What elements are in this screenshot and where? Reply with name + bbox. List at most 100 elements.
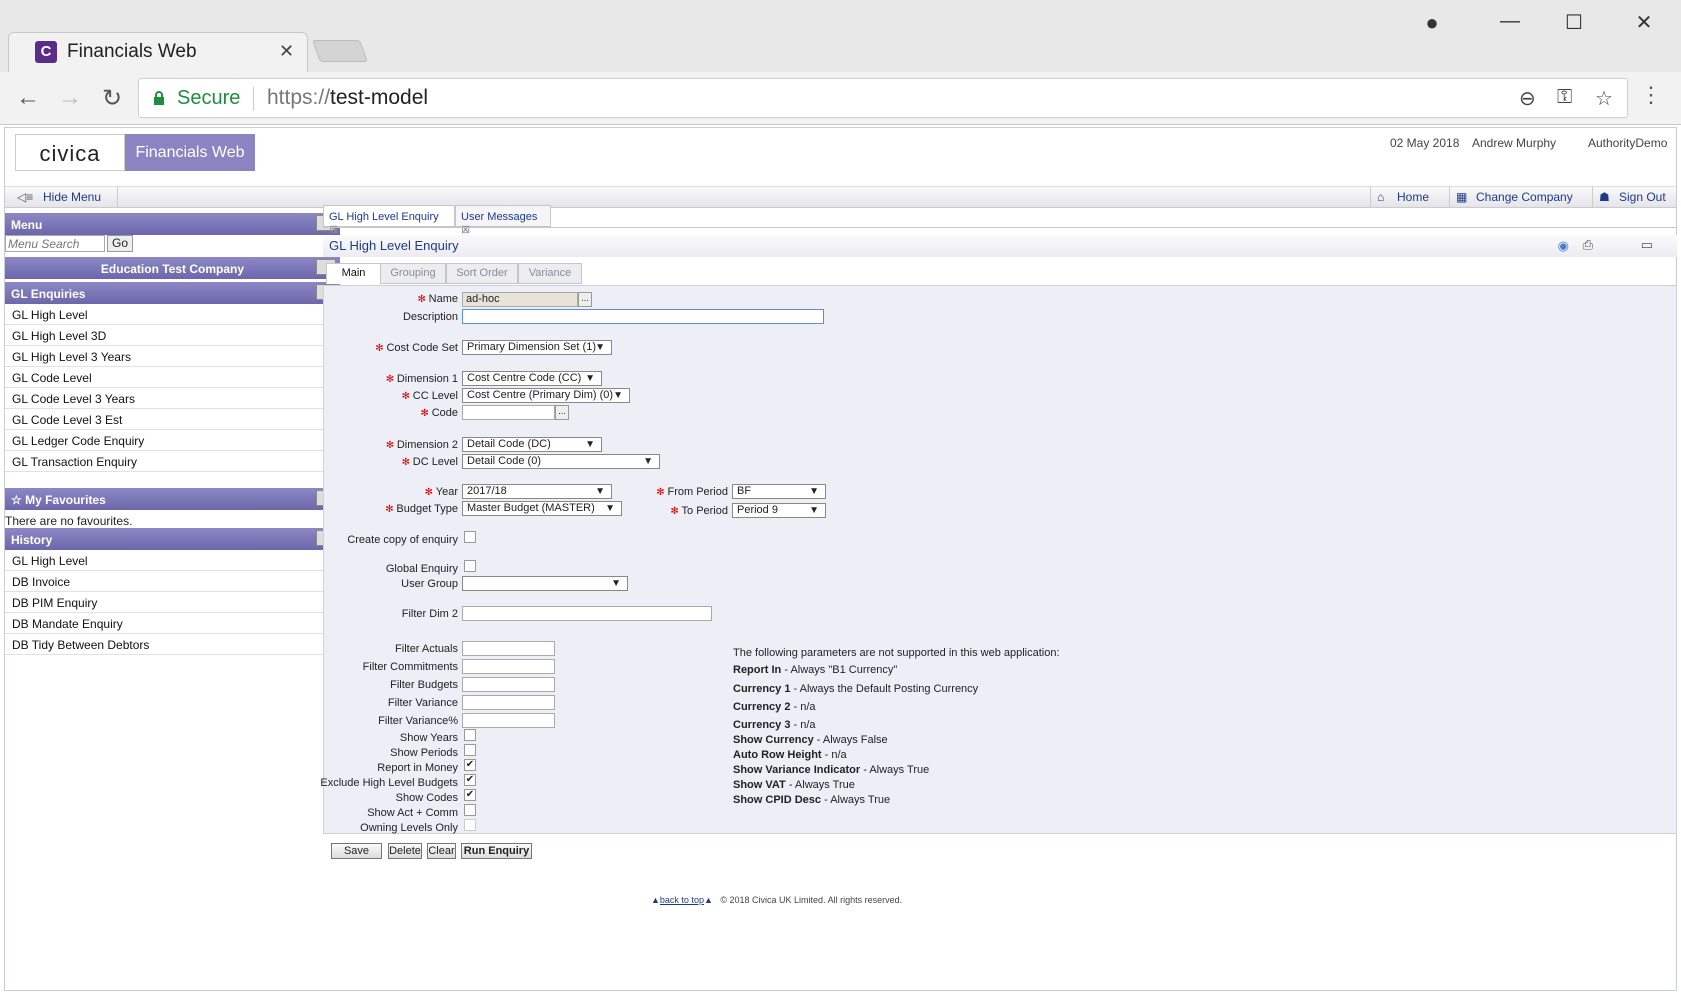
change-company-link[interactable]: Change Company — [1476, 190, 1573, 204]
key-icon[interactable]: ⚿ — [1557, 86, 1572, 109]
company-icon[interactable]: ▦ — [1456, 190, 1467, 204]
bookmark-star-icon[interactable]: ☆ — [1595, 86, 1613, 111]
create-copy-label: Create copy of enquiry — [347, 534, 458, 546]
dimension2-select[interactable]: Detail Code (DC) — [462, 437, 602, 452]
show-codes-checkbox[interactable]: ✔ — [464, 789, 476, 801]
show-act-comm-label: Show Act + Comm — [367, 807, 458, 819]
show-act-comm-checkbox[interactable] — [464, 804, 476, 816]
browser-menu-icon[interactable]: ⋮ — [1640, 82, 1662, 108]
unsupported-row: Report In - Always "B1 Currency" — [733, 664, 897, 678]
dc-level-select[interactable]: Detail Code (0) — [462, 454, 660, 469]
to-period-label: ✻ To Period — [670, 505, 728, 517]
filter-commitments-field[interactable] — [462, 659, 555, 674]
cost-code-set-select[interactable]: Primary Dimension Set (1) — [462, 340, 612, 355]
maximize-button[interactable]: ☐ — [1554, 10, 1594, 35]
window-icon[interactable]: ▭ — [1641, 237, 1653, 253]
save-button[interactable]: Save — [331, 843, 382, 859]
print-icon[interactable]: ⎙ — [1583, 237, 1593, 253]
back-to-top-link[interactable]: back to top — [660, 895, 704, 905]
clear-button[interactable]: Clear — [427, 843, 456, 859]
subtab-grouping[interactable]: Grouping — [380, 263, 446, 284]
browser-tab[interactable]: C Financials Web ✕ — [8, 32, 308, 72]
filter-actuals-field[interactable] — [462, 641, 555, 656]
to-period-select[interactable]: Period 9 — [732, 503, 826, 518]
param-value: - Always "B1 Currency" — [781, 664, 898, 676]
browser-chrome: C Financials Web ✕ ● — ☐ ✕ ← → ↻ Secure … — [0, 0, 1681, 125]
global-enquiry-label: Global Enquiry — [385, 563, 458, 575]
param-name: Currency 2 — [733, 701, 791, 713]
global-enquiry-checkbox[interactable] — [464, 560, 476, 572]
param-value: - Always True — [860, 764, 930, 776]
report-in-money-checkbox[interactable]: ✔ — [464, 759, 476, 771]
param-name: Currency 3 — [733, 719, 791, 731]
app-toolbar: ◁≡ Hide Menu ⌂ Home ▦ Change Company ☗ S… — [5, 186, 1676, 208]
show-periods-label: Show Periods — [390, 747, 458, 759]
description-field[interactable] — [462, 309, 824, 324]
menu-search-go-button[interactable]: Go — [107, 235, 133, 252]
hide-menu-icon[interactable]: ◁≡ — [17, 190, 33, 204]
unsupported-row: Auto Row Height - n/a — [733, 749, 847, 763]
account-icon[interactable]: ● — [1412, 10, 1452, 36]
param-name: Report In — [733, 664, 782, 676]
filter-variance-field[interactable] — [462, 695, 555, 710]
show-years-checkbox[interactable] — [464, 729, 476, 741]
unsupported-row: Currency 1 - Always the Default Posting … — [733, 683, 978, 697]
dimension1-select[interactable]: Cost Centre Code (CC) — [462, 371, 602, 386]
back-icon[interactable]: ← — [12, 84, 44, 112]
param-value: - n/a — [790, 701, 816, 713]
list-item-label: GL Ledger Code Enquiry — [12, 434, 145, 448]
sign-out-link[interactable]: Sign Out — [1619, 190, 1666, 204]
cc-level-select[interactable]: Cost Centre (Primary Dim) (0) — [462, 388, 630, 403]
tab-label: GL High Level Enquiry — [329, 211, 439, 223]
minimize-button[interactable]: — — [1490, 10, 1530, 33]
copyright: © 2018 Civica UK Limited. All rights res… — [720, 895, 903, 905]
tab-user-messages[interactable]: User Messages ⊠ — [455, 205, 551, 236]
url-text[interactable]: https://test-model — [267, 86, 428, 110]
subtab-main[interactable]: Main — [326, 263, 381, 284]
run-enquiry-button[interactable]: Run Enquiry — [461, 843, 532, 859]
tab-title: Financials Web — [67, 41, 197, 62]
tab-gl-high-level-enquiry[interactable]: GL High Level Enquiry ⊠ — [323, 205, 455, 236]
user-group-label: User Group — [401, 578, 458, 590]
zoom-icon[interactable]: ⊖ — [1519, 86, 1536, 111]
subtab-variance[interactable]: Variance — [518, 263, 582, 284]
new-tab-button[interactable] — [311, 40, 369, 62]
dimension1-label: ✻ Dimension 1 — [385, 373, 458, 385]
home-link[interactable]: Home — [1397, 190, 1429, 204]
filter-budgets-field[interactable] — [462, 677, 555, 692]
list-item-label: GL High Level 3 Years — [12, 350, 131, 364]
civica-logo: civica — [15, 134, 125, 171]
delete-button[interactable]: Delete — [388, 843, 422, 859]
url-host: test-model — [330, 86, 429, 109]
toolbar-divider — [1449, 187, 1450, 208]
code-lookup-button[interactable]: ... — [555, 405, 569, 420]
tab-strip: C Financials Web ✕ ● — ☐ ✕ — [0, 0, 1681, 72]
user-group-select[interactable] — [462, 576, 628, 591]
from-period-select[interactable]: BF — [732, 484, 826, 499]
hide-menu-link[interactable]: Hide Menu — [43, 190, 101, 204]
url-bar[interactable]: Secure https://test-model ⊖ ⚿ ☆ — [138, 78, 1628, 118]
name-lookup-button[interactable]: ... — [578, 292, 592, 307]
filter-variance-pct-field[interactable] — [462, 713, 555, 728]
param-name: Show Variance Indicator — [733, 764, 861, 776]
code-field[interactable] — [462, 405, 555, 420]
close-tab-icon[interactable]: ✕ — [279, 41, 294, 62]
home-icon[interactable]: ⌂ — [1377, 190, 1384, 204]
show-periods-checkbox[interactable] — [464, 744, 476, 756]
reload-icon[interactable]: ↻ — [96, 84, 128, 113]
name-field[interactable]: ad-hoc — [462, 292, 578, 307]
filter-dim2-field[interactable] — [462, 606, 712, 621]
filter-variance-pct-label: Filter Variance% — [378, 715, 458, 727]
exclude-high-level-checkbox[interactable]: ✔ — [464, 774, 476, 786]
forward-icon[interactable]: → — [54, 84, 86, 112]
unsupported-row: Currency 2 - n/a — [733, 701, 816, 715]
create-copy-checkbox[interactable] — [464, 531, 476, 543]
show-years-label: Show Years — [399, 732, 458, 744]
help-icon[interactable]: ◉ — [1558, 238, 1569, 254]
owning-levels-checkbox[interactable] — [464, 819, 476, 831]
menu-search-input[interactable] — [5, 235, 105, 252]
unsupported-row: Show Currency - Always False — [733, 734, 888, 748]
close-window-button[interactable]: ✕ — [1624, 10, 1664, 35]
subtab-sort-order[interactable]: Sort Order — [446, 263, 518, 284]
sign-out-icon[interactable]: ☗ — [1599, 190, 1610, 204]
